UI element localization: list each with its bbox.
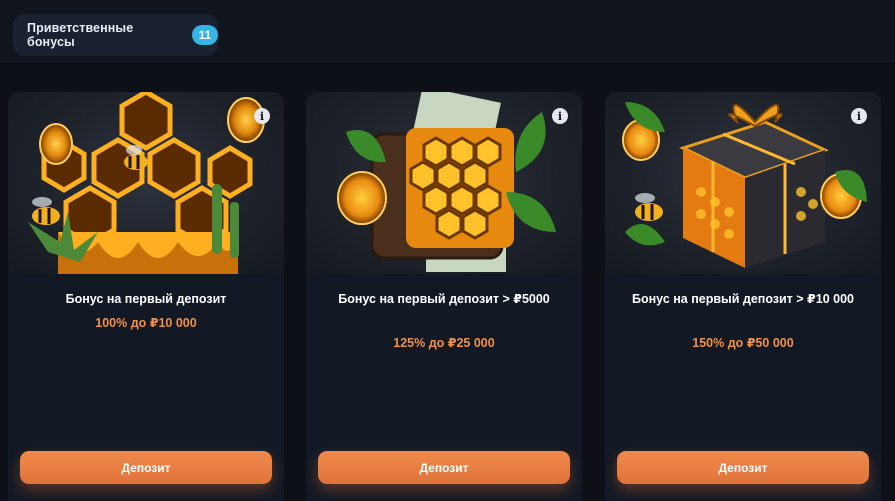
deposit-button[interactable]: Депозит (20, 451, 272, 484)
deposit-button[interactable]: Депозит (318, 451, 570, 484)
bonus-card-3: i Бонус на первый депозит > ₽10 000 150%… (605, 92, 881, 501)
info-icon[interactable]: i (552, 108, 568, 124)
card-title: Бонус на первый депозит > ₽5000 (338, 292, 550, 306)
info-icon[interactable]: i (254, 108, 270, 124)
card-amount: 150% до ₽50 000 (692, 336, 794, 350)
card-title: Бонус на первый депозит (65, 292, 227, 306)
deposit-button[interactable]: Депозит (617, 451, 869, 484)
bonus-count-badge: 11 (192, 25, 218, 45)
welcome-bonuses-label: Приветственные бонусы (27, 21, 134, 49)
card-amount: 100% до ₽10 000 (95, 316, 197, 330)
card-title: Бонус на первый депозит > ₽10 000 (632, 292, 854, 306)
card-amount: 125% до ₽25 000 (393, 336, 495, 350)
bonus-card-1: i Бонус на первый депозит 100% до ₽10 00… (8, 92, 284, 501)
top-bar: Приветственные бонусы 11 (0, 0, 895, 62)
gift-box-honeycomb-icon: i (605, 92, 881, 274)
info-icon[interactable]: i (851, 108, 867, 124)
wallet-honeycomb-icon: i (306, 92, 582, 274)
bonus-cards: i Бонус на первый депозит 100% до ₽10 00… (8, 92, 886, 501)
welcome-bonuses-tab[interactable]: Приветственные бонусы 11 (13, 14, 218, 56)
bonus-card-2: i Бонус на первый депозит > ₽5000 125% д… (306, 92, 582, 501)
honeycomb-bees-icon: i (8, 92, 284, 274)
